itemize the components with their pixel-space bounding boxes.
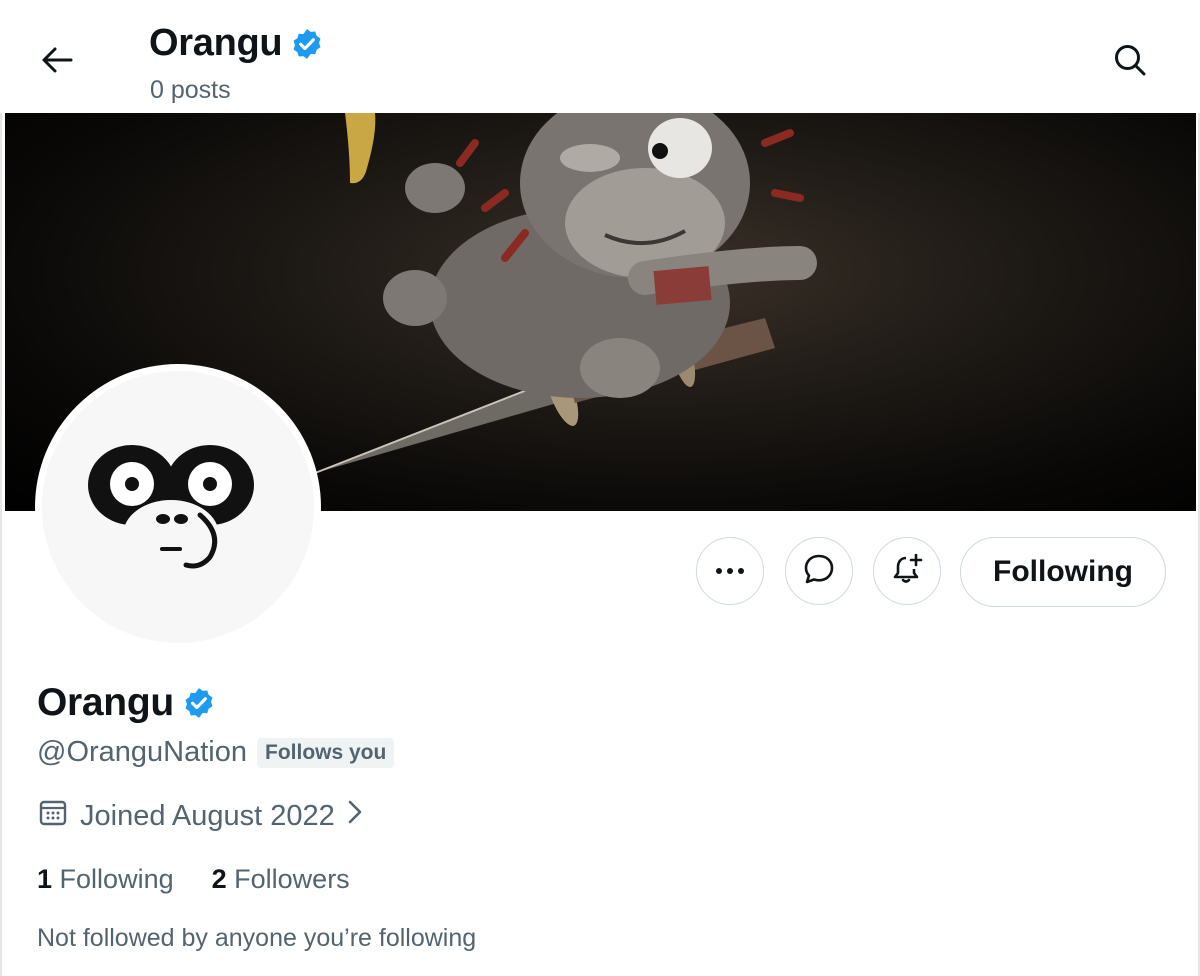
following-count: 1 [37, 864, 53, 894]
profile-header: Orangu 0 posts [0, 0, 1200, 113]
following-stat-label: Following [59, 864, 174, 894]
handle-row: @OranguNation Follows you [37, 736, 395, 769]
mutuals-note: Not followed by anyone you’re following [37, 924, 477, 952]
search-button[interactable] [1104, 38, 1156, 86]
followers-stat-label: Followers [234, 864, 350, 894]
verified-badge-icon [182, 686, 216, 720]
message-bubble-icon [802, 552, 836, 591]
profile-name: Orangu [37, 681, 174, 724]
header-title-row: Orangu [149, 22, 324, 65]
back-button[interactable] [30, 40, 84, 84]
avatar-image [42, 371, 314, 643]
bell-plus-icon [890, 552, 924, 591]
followers-stat-link[interactable]: 2 Followers [212, 864, 350, 895]
notify-button[interactable] [873, 537, 941, 605]
search-icon [1113, 43, 1147, 82]
more-button[interactable] [696, 537, 764, 605]
following-stat-link[interactable]: 1 Following [37, 864, 174, 895]
verified-badge-icon [290, 27, 324, 61]
message-button[interactable] [785, 537, 853, 605]
calendar-icon [38, 797, 68, 835]
following-button[interactable]: Following [960, 537, 1166, 607]
followers-count: 2 [211, 864, 227, 894]
follow-stats: 1 Following 2 Followers [37, 864, 350, 895]
profile-avatar[interactable] [35, 364, 321, 650]
joined-label: Joined August 2022 [80, 799, 335, 832]
chevron-right-icon [347, 799, 363, 833]
monkey-logo-icon [88, 445, 254, 570]
profile-name-row: Orangu [37, 681, 216, 725]
joined-date[interactable]: Joined August 2022 [38, 797, 363, 835]
follows-you-badge: Follows you [257, 737, 395, 768]
post-count: 0 posts [150, 76, 231, 104]
profile-handle: @OranguNation [37, 736, 247, 768]
header-title: Orangu [149, 22, 283, 64]
arrow-left-icon [41, 46, 73, 79]
more-horizontal-icon [715, 562, 745, 580]
